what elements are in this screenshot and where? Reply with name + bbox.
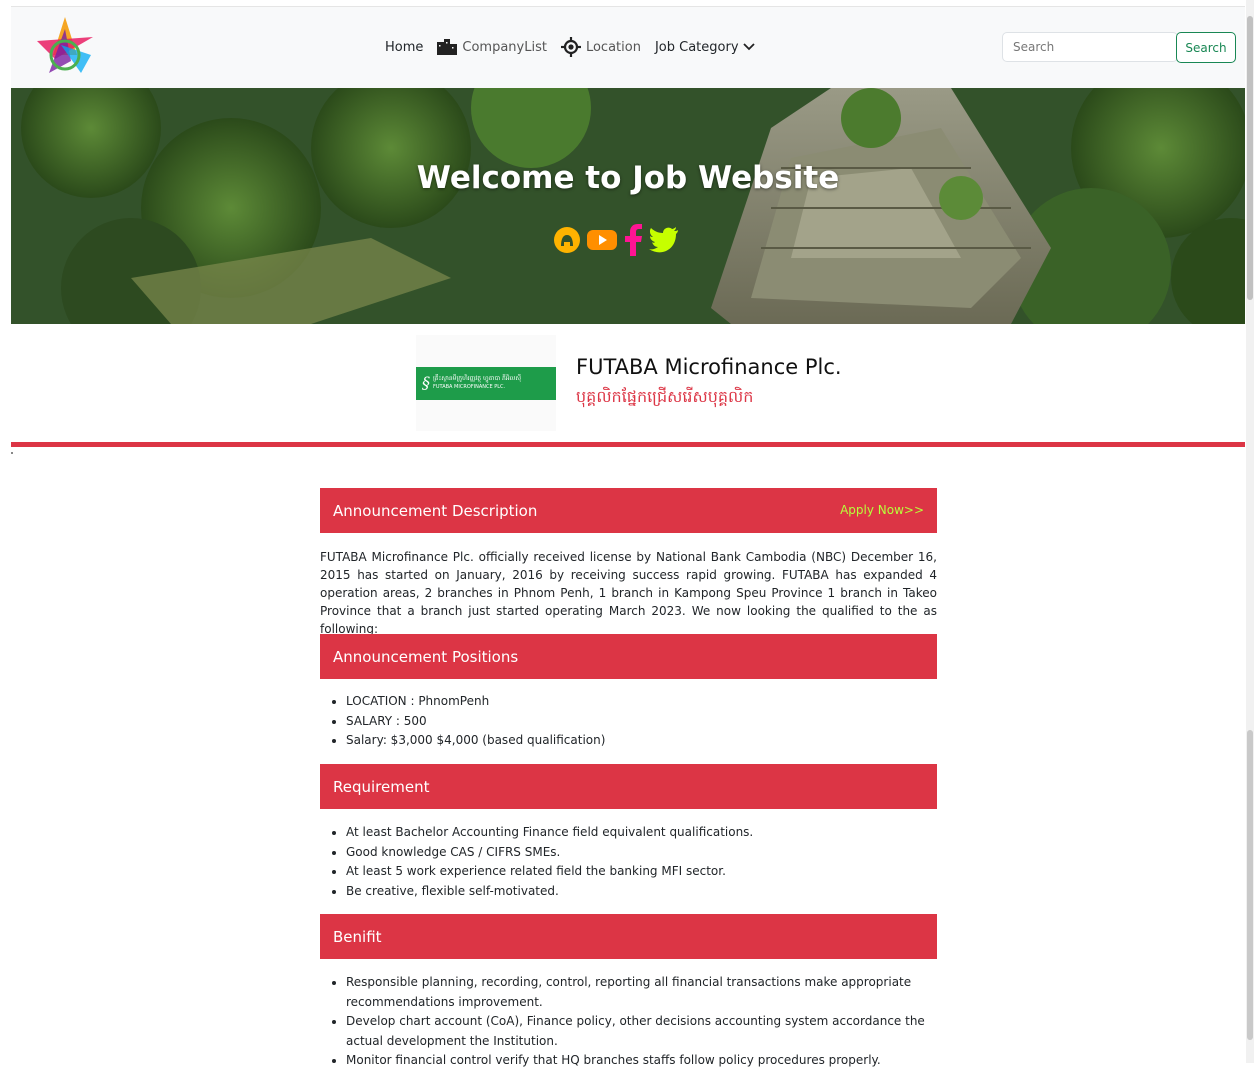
hero-banner: Welcome to Job Website (11, 88, 1245, 324)
nav-job-category-dropdown[interactable]: Job Category (655, 40, 756, 55)
company-logo-mark: § (422, 373, 430, 392)
company-logo-badge: § គ្រឹះស្ថានមីក្រូហិរញ្ញវត្ថុ ហ្វូតាបា ភ… (416, 366, 556, 400)
company-logo: § គ្រឹះស្ថានមីក្រូហិរញ្ញវត្ថុ ហ្វូតាបា ភ… (416, 335, 556, 431)
nav-location[interactable]: Location (560, 37, 641, 57)
description-text: FUTABA Microfinance Plc. officially rece… (320, 550, 937, 636)
positions-list: LOCATION : PhnomPenh SALARY : 500 Salary… (320, 692, 946, 751)
list-item: Good knowledge CAS / CIFRS SMEs. (346, 843, 946, 863)
list-item: Monitor financial control verify that HQ… (346, 1051, 936, 1071)
stray-dot (11, 452, 13, 454)
nav-company-list[interactable]: CompanyList (437, 39, 547, 55)
list-item: Be creative, flexible self-motivated. (346, 882, 946, 902)
site-logo[interactable] (31, 15, 99, 79)
twitter-icon[interactable] (649, 227, 679, 257)
list-item: SALARY : 500 (346, 712, 946, 732)
hero-background-image (11, 88, 1245, 324)
list-item: Responsible planning, recording, control… (346, 973, 936, 1012)
list-item: Salary: $3,000 $4,000 (based qualificati… (346, 731, 946, 751)
crosshair-icon (560, 37, 581, 57)
divider (11, 442, 1245, 447)
apply-now-link[interactable]: Apply Now>> (840, 503, 924, 517)
nav-links: Home CompanyList Location Job Category (385, 37, 770, 57)
nav-job-category-label: Job Category (654, 39, 739, 55)
nav-location-label: Location (585, 39, 641, 55)
positions-title: Announcement Positions (333, 647, 519, 666)
scrollbar-thumb-secondary[interactable] (1247, 730, 1253, 1040)
requirement-title: Requirement (333, 777, 430, 796)
company-logo-khmer: គ្រឹះស្ថានមីក្រូហិរញ្ញវត្ថុ ហ្វូតាបា ភីអ… (433, 375, 522, 382)
scrollbar-thumb[interactable] (1247, 16, 1253, 300)
company-subtitle: បុគ្គលិកផ្នែកជ្រើសរើសបុគ្គលិក (576, 387, 754, 406)
company-name: FUTABA Microfinance Plc. (576, 355, 842, 379)
benefit-header: Benifit (320, 914, 937, 959)
navbar: Home CompanyList Location Job Category S… (11, 6, 1245, 89)
description-header: Announcement Description Apply Now>> (320, 488, 937, 533)
positions-header: Announcement Positions (320, 634, 937, 679)
list-item: Develop chart account (CoA), Finance pol… (346, 1012, 936, 1051)
hero-title: Welcome to Job Website (416, 160, 840, 196)
list-item: At least 5 work experience related field… (346, 862, 946, 882)
chevron-down-icon (742, 43, 755, 51)
benefit-list: Responsible planning, recording, control… (320, 973, 936, 1071)
nav-home[interactable]: Home (385, 40, 423, 55)
company-logo-english: FUTABA MICROFINANCE PLC. (433, 384, 506, 390)
company-logo-text: គ្រឹះស្ថានមីក្រូហិរញ្ញវត្ថុ ហ្វូតាបា ភីអ… (433, 375, 521, 391)
description-title: Announcement Description (333, 501, 538, 520)
social-icons (553, 224, 685, 260)
list-item: LOCATION : PhnomPenh (346, 692, 946, 712)
nav-home-label: Home (385, 39, 424, 55)
requirement-header: Requirement (320, 764, 937, 809)
search-button[interactable]: Search (1176, 32, 1236, 63)
facebook-icon[interactable] (623, 224, 643, 260)
nav-company-list-label: CompanyList (462, 39, 547, 55)
github-icon[interactable] (553, 226, 581, 258)
benefit-title: Benifit (333, 927, 382, 946)
requirement-list: At least Bachelor Accounting Finance fie… (320, 823, 946, 901)
search-input[interactable] (1002, 32, 1178, 62)
youtube-icon[interactable] (587, 229, 617, 255)
list-item: At least Bachelor Accounting Finance fie… (346, 823, 946, 843)
building-icon (437, 39, 458, 55)
